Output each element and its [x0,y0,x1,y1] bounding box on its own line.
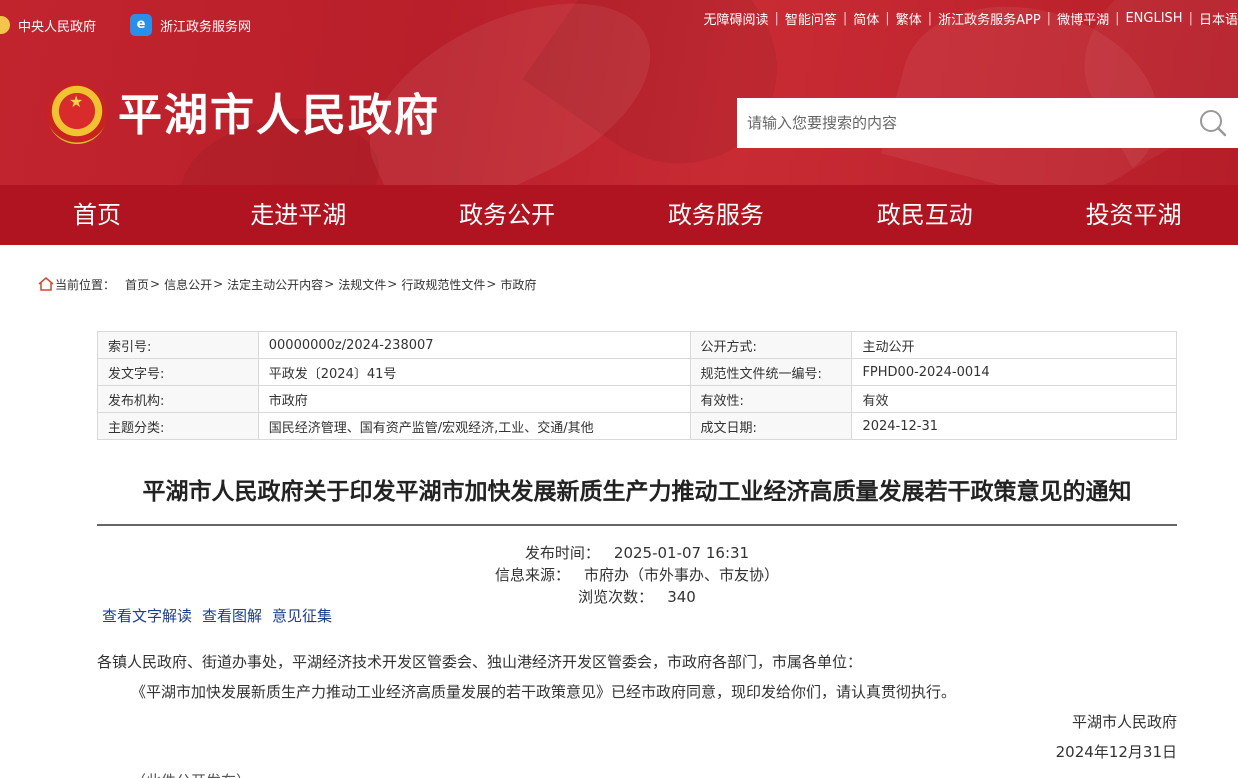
publish-time-label: 发布时间： [524,544,600,562]
nav-item-about-pinghu[interactable]: 走进平湖 [194,185,403,245]
search-button[interactable] [1188,98,1238,148]
opinion-collection-link[interactable]: 意见征集 [272,605,332,627]
breadcrumb-arrow: > [324,277,335,291]
zjzwfw-label: 浙江政务服务网 [160,19,252,35]
top-right-links: 无障碍阅读 | 智能问答 | 简体 | 繁体 | 浙江政务服务APP | 微博平… [703,8,1238,28]
central-gov-link[interactable]: 中央人民政府 [0,16,96,35]
separator: | [774,10,779,26]
signature-date: 2024年12月31日 [1055,743,1177,761]
source-value: 市府办（市外事办、市友协） [584,566,780,584]
simplified-link[interactable]: 简体 [853,9,879,28]
site-title[interactable]: 平湖市人民政府 [118,88,440,144]
meta-label: 规范性文件统一编号: [689,358,853,386]
japanese-link[interactable]: 日本语 [1199,9,1238,28]
meta-value: FPHD00-2024-0014 [851,358,1177,386]
meta-value: 市政府 [257,385,691,413]
zjzwfw-link[interactable]: e 浙江政务服务网 [130,14,251,36]
article-links: 查看文字解读 查看图解 意见征集 [102,605,342,627]
breadcrumb-label: 当前位置： [55,277,116,292]
separator: | [885,10,890,26]
meta-label: 发文字号: [97,358,259,386]
table-row: 索引号: 00000000z/2024-238007 公开方式: 主动公开 [97,331,1177,359]
nav-item-gov-services[interactable]: 政务服务 [612,185,821,245]
star-icon: ★ [69,92,84,111]
meta-label: 公开方式: [689,331,853,359]
weibo-link[interactable]: 微博平湖 [1057,9,1109,28]
english-link[interactable]: ENGLISH [1125,11,1182,26]
breadcrumb-item[interactable]: 行政规范性文件 [401,276,485,293]
separator: | [1046,10,1052,26]
table-row: 发布机构: 市政府 有效性: 有效 [97,385,1177,413]
source-label: 信息来源： [494,566,570,584]
meta-value: 主动公开 [851,331,1177,359]
publish-time-row: 发布时间： 2025-01-07 16:31 [97,542,1177,564]
separator: | [927,10,933,26]
meta-value: 有效 [851,385,1177,413]
meta-value: 00000000z/2024-238007 [257,331,691,359]
separator: | [842,10,848,26]
breadcrumb-item[interactable]: 信息公开 [164,276,212,293]
breadcrumb-arrow: > [213,277,224,291]
table-row: 发文字号: 平政发〔2024〕41号 规范性文件统一编号: FPHD00-202… [97,358,1177,386]
smart-qa-link[interactable]: 智能问答 [785,9,837,28]
central-gov-label: 中央人民政府 [18,19,97,35]
source-row: 信息来源： 市府办（市外事办、市友协） [97,564,1177,586]
signature-org: 平湖市人民政府 [1071,713,1177,731]
nav-item-home[interactable]: 首页 [0,185,194,245]
top-left-links: 中央人民政府 e 浙江政务服务网 [0,14,285,36]
meta-label: 发布机构: [97,385,259,413]
breadcrumb-arrow: > [387,277,398,291]
meta-value: 国民经济管理、国有资产监管/宏观经济,工业、交通/其他 [257,412,691,440]
article-title: 平湖市人民政府关于印发平湖市加快发展新质生产力推动工业经济高质量发展若干政策意见… [142,479,1132,505]
nav-item-gov-affairs-open[interactable]: 政务公开 [403,185,612,245]
meta-label: 有效性: [689,385,853,413]
zj-app-link[interactable]: 浙江政务服务APP [938,9,1041,28]
meta-value: 平政发〔2024〕41号 [257,358,691,386]
search-box [737,98,1238,148]
breadcrumb-item[interactable]: 法规文件 [338,276,386,293]
views-label: 浏览次数： [578,588,654,606]
meta-label: 索引号: [97,331,259,359]
nav-item-investment[interactable]: 投资平湖 [1029,185,1238,245]
home-icon [38,277,54,291]
article-addressees: 各镇人民政府、街道办事处，平湖经济技术开发区管委会、独山港经济开发区管委会，市政… [97,653,863,671]
title-divider [97,524,1177,526]
traditional-link[interactable]: 繁体 [896,9,922,28]
meta-label: 主题分类: [97,412,259,440]
separator: | [1115,10,1120,26]
views-value: 340 [667,588,696,606]
article-info: 发布时间： 2025-01-07 16:31 信息来源： 市府办（市外事办、市友协）… [97,542,1177,608]
nav-item-interaction[interactable]: 政民互动 [820,185,1029,245]
article-body-paragraph: 《平湖市加快发展新质生产力推动工业经济高质量发展的若干政策意见》已经市政府同意，… [131,683,957,701]
search-icon [1200,110,1227,137]
publish-time-value: 2025-01-07 16:31 [613,544,750,562]
site-header: 中央人民政府 e 浙江政务服务网 无障碍阅读 | 智能问答 | 简体 | 繁体 … [0,0,1238,185]
separator: | [1188,10,1193,26]
main-nav: 首页 走进平湖 政务公开 政务服务 政民互动 投资平湖 [0,185,1238,245]
meta-value: 2024-12-31 [851,412,1177,440]
breadcrumb-item[interactable]: 法定主动公开内容 [227,276,323,293]
search-input[interactable] [737,98,1188,148]
table-row: 主题分类: 国民经济管理、国有资产监管/宏观经济,工业、交通/其他 成文日期: … [97,412,1177,440]
breadcrumb-item[interactable]: 首页 [125,276,149,293]
text-interpretation-link[interactable]: 查看文字解读 [102,605,192,627]
breadcrumb: 当前位置： 首页 > 信息公开 > 法定主动公开内容 > 法规文件 > 行政规范性文件 >… [37,274,536,294]
breadcrumb-arrow: > [486,277,497,291]
breadcrumb-item[interactable]: 市政府 [500,276,536,293]
national-emblem-icon: ★ [47,84,107,144]
meta-label: 成文日期: [689,412,853,440]
document-meta-table: 索引号: 00000000z/2024-238007 公开方式: 主动公开 发文… [97,331,1177,440]
breadcrumb-arrow: > [150,277,161,291]
zjzwfw-logo-icon: e [130,14,153,36]
publication-note: （此件公开发布） [131,770,251,778]
graphic-interpretation-link[interactable]: 查看图解 [202,605,262,627]
accessibility-link[interactable]: 无障碍阅读 [703,9,768,28]
emblem-icon [0,16,10,34]
